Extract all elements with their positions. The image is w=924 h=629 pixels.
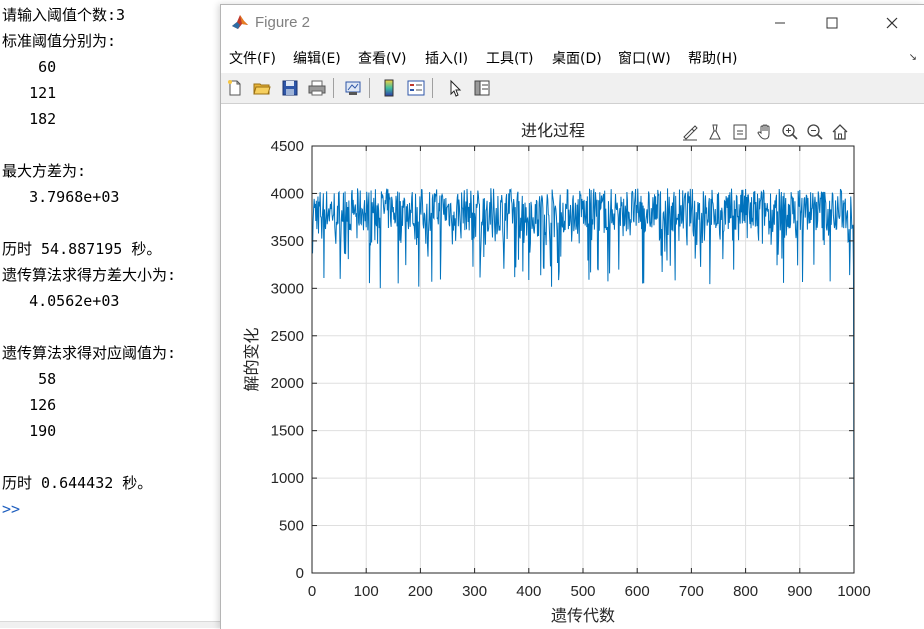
edit-plot-button[interactable] [444, 77, 466, 99]
y-tick-label: 2500 [271, 328, 304, 345]
console-scrollbar[interactable] [0, 621, 222, 628]
maximize-button[interactable] [803, 5, 861, 41]
x-tick-label: 0 [308, 583, 316, 600]
console-line: 最大方差为: [2, 162, 87, 180]
maximize-icon [826, 17, 838, 29]
new-figure-icon [228, 80, 241, 96]
toolbar-separator [369, 78, 370, 98]
console-line: 4.0562e+03 [2, 292, 120, 310]
link-plot-button[interactable] [342, 77, 364, 99]
console-line: 遗传算法求得方差大小为: [2, 266, 177, 284]
x-axis-label: 遗传代数 [551, 606, 615, 625]
y-tick-label: 4000 [271, 185, 304, 202]
console-line: 58 [2, 370, 57, 388]
edit-plot-cursor-icon [450, 79, 462, 97]
insert-legend-button[interactable] [405, 77, 427, 99]
toolbar-separator [333, 78, 334, 98]
menu-window[interactable]: 窗口(W) [618, 48, 671, 68]
dock-arrow-icon[interactable]: ↘ [909, 52, 917, 63]
console-line: 190 [2, 422, 57, 440]
y-tick-label: 3500 [271, 233, 304, 250]
matlab-icon [231, 13, 249, 31]
console-line: 历时 54.887195 秒。 [2, 240, 162, 258]
x-tick-label: 1000 [837, 583, 870, 600]
minimize-icon [775, 22, 785, 24]
insert-colorbar-icon [384, 79, 394, 97]
insert-legend-icon [407, 80, 425, 96]
x-tick-label: 400 [516, 583, 541, 600]
property-inspector-button[interactable] [471, 77, 493, 99]
y-tick-label: 1000 [271, 470, 304, 487]
figure-window: Figure 2 文件(F) 编辑(E) 查看(V) 插入(I) 工具(T) 桌… [220, 4, 924, 629]
x-tick-label: 100 [354, 583, 379, 600]
minimize-button[interactable] [751, 5, 809, 41]
console-line: 126 [2, 396, 57, 414]
menu-edit[interactable]: 编辑(E) [293, 48, 341, 68]
save-button[interactable] [279, 77, 301, 99]
console-line: 60 [2, 58, 57, 76]
x-tick-label: 600 [625, 583, 650, 600]
save-icon [282, 80, 298, 96]
toolbar-separator [432, 78, 433, 98]
console-line: 121 [2, 84, 57, 102]
property-inspector-icon [474, 80, 490, 96]
line-chart[interactable]: 0 100 200 300 400 500 600 700 800 900 1000 0 500 1000… [221, 104, 924, 629]
y-axis-label: 解的变化 [242, 327, 261, 391]
close-button[interactable] [863, 5, 921, 41]
console-line: 标准阈值分别为: [2, 32, 117, 50]
x-tick-label: 300 [462, 583, 487, 600]
menu-file[interactable]: 文件(F) [229, 48, 276, 68]
title-bar[interactable]: Figure 2 [221, 5, 924, 41]
print-button[interactable] [306, 77, 328, 99]
menu-insert[interactable]: 插入(I) [425, 48, 468, 68]
y-tick-label: 0 [296, 565, 304, 582]
x-tick-label: 900 [787, 583, 812, 600]
y-tick-label: 500 [279, 518, 304, 535]
figure-canvas: 0 100 200 300 400 500 600 700 800 900 1000 0 500 1000… [221, 104, 924, 629]
window-title: Figure 2 [255, 14, 311, 31]
menu-help[interactable]: 帮助(H) [688, 48, 737, 68]
open-file-icon [253, 83, 271, 95]
menu-bar: 文件(F) 编辑(E) 查看(V) 插入(I) 工具(T) 桌面(D) 窗口(W… [221, 41, 924, 73]
menu-desktop[interactable]: 桌面(D) [552, 48, 602, 68]
menu-view[interactable]: 查看(V) [358, 48, 407, 68]
insert-colorbar-button[interactable] [378, 77, 400, 99]
figure-toolbar [221, 73, 924, 104]
command-window[interactable]: 请输入阈值个数:3 标准阈值分别为: 60 121 182 最大方差为: 3.796… [0, 0, 222, 628]
command-prompt[interactable]: >> [2, 500, 20, 518]
y-tick-label: 4500 [271, 138, 304, 155]
open-file-button[interactable] [251, 77, 273, 99]
y-tick-label: 2000 [271, 375, 304, 392]
x-tick-label: 700 [679, 583, 704, 600]
x-tick-label: 800 [733, 583, 758, 600]
console-line: 历时 0.644432 秒。 [2, 474, 153, 492]
print-icon [308, 80, 326, 96]
close-icon [886, 17, 898, 29]
link-plot-icon [345, 81, 361, 95]
y-tick-label: 3000 [271, 280, 304, 297]
menu-tools[interactable]: 工具(T) [486, 48, 533, 68]
console-line: 3.7968e+03 [2, 188, 120, 206]
x-tick-label: 200 [408, 583, 433, 600]
console-line: 请输入阈值个数:3 [2, 6, 126, 24]
y-tick-label: 1500 [271, 423, 304, 440]
x-tick-label: 500 [570, 583, 595, 600]
chart-title: 进化过程 [521, 121, 585, 140]
console-line: 遗传算法求得对应阈值为: [2, 344, 177, 362]
console-line: 182 [2, 110, 57, 128]
new-figure-button[interactable] [224, 77, 246, 99]
